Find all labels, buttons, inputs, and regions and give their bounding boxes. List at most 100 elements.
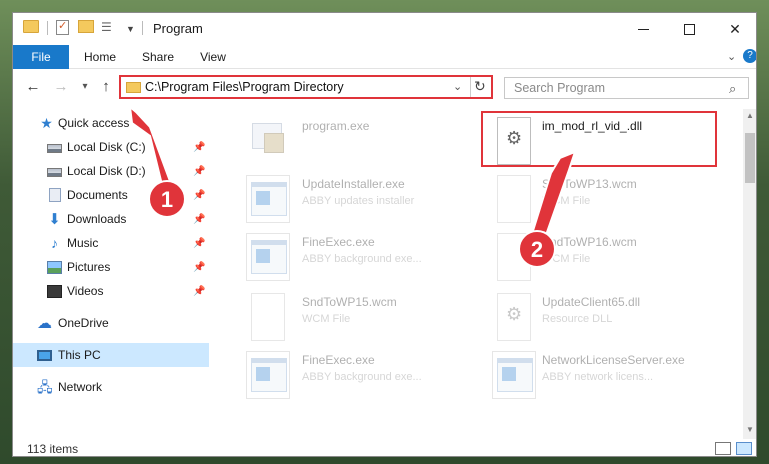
file-type: ABBY updates installer	[302, 195, 415, 207]
sidebar-item-label: Videos	[67, 284, 104, 298]
file-item[interactable]: SndToWP15.wcm WCM File	[246, 293, 486, 349]
pin-icon[interactable]: 📌	[193, 262, 205, 273]
folder-icon	[23, 20, 39, 33]
customize-list-icon[interactable]: ☰	[101, 20, 121, 34]
search-icon[interactable]: ⌕	[729, 81, 736, 97]
tab-home[interactable]: Home	[75, 45, 125, 69]
scroll-thumb[interactable]	[745, 133, 755, 183]
refresh-icon[interactable]: ↻	[474, 78, 486, 95]
address-dropdown-icon[interactable]: ⌄	[453, 80, 462, 93]
sidebar-item-pictures[interactable]: Pictures 📌	[13, 255, 209, 279]
ribbon-tabs: File Home Share View ⌄ ?	[13, 45, 756, 69]
file-name: FineExec.exe	[302, 235, 375, 249]
up-arrow-icon[interactable]: ↑	[96, 77, 116, 97]
file-name: FineExec.exe	[302, 353, 375, 367]
documents-icon	[49, 188, 61, 202]
exe-icon	[492, 351, 536, 399]
navigation-bar: ← → ▾ ↑ C:\Program Files\Program Directo…	[13, 70, 756, 104]
status-bar: 113 items	[13, 439, 756, 456]
large-icons-view-icon[interactable]	[736, 442, 752, 455]
properties-icon[interactable]	[56, 19, 69, 35]
close-button[interactable]: ✕	[712, 13, 756, 45]
file-item[interactable]: UpdateClient65.dll Resource DLL	[492, 293, 732, 349]
pictures-icon	[47, 260, 62, 274]
file-name: SndToWP16.wcm	[542, 235, 637, 249]
sidebar-item-label: Local Disk (C:)	[67, 140, 146, 154]
title-bar: ☰ ▼ Program ✕	[13, 13, 756, 45]
pin-icon[interactable]: 📌	[193, 166, 205, 177]
file-name: program.exe	[302, 119, 370, 133]
sidebar-item-quick-access[interactable]: ★ Quick access	[13, 111, 209, 135]
pin-icon[interactable]: 📌	[193, 238, 205, 249]
sidebar-item-local-disk-d[interactable]: Local Disk (D:) 📌	[13, 159, 209, 183]
file-item[interactable]: NetworkLicenseServer.exe ABBY network li…	[492, 351, 732, 407]
pin-icon[interactable]: 📌	[193, 214, 205, 225]
network-icon: 🖧	[37, 378, 53, 395]
file-item[interactable]: program.exe	[246, 117, 486, 173]
minimize-icon	[637, 28, 649, 30]
new-folder-icon[interactable]	[78, 20, 94, 33]
sidebar-item-local-disk-c[interactable]: Local Disk (C:) 📌	[13, 135, 209, 159]
exe-icon	[246, 175, 290, 223]
file-name: SndToWP13.wcm	[542, 177, 637, 191]
videos-icon	[47, 284, 62, 298]
maximize-button[interactable]	[666, 13, 712, 45]
close-icon: ✕	[729, 20, 741, 37]
highlight-box	[481, 111, 717, 167]
tab-view[interactable]: View	[191, 45, 235, 69]
back-arrow-icon[interactable]: ←	[23, 77, 43, 97]
toolbar-separator	[47, 21, 48, 35]
address-bar[interactable]: C:\Program Files\Program Directory ⌄ ↻	[119, 75, 493, 99]
document-icon	[497, 175, 531, 223]
pin-icon[interactable]: 📌	[193, 190, 205, 201]
help-icon[interactable]: ?	[743, 49, 756, 63]
expand-ribbon-icon[interactable]: ⌄	[727, 50, 736, 63]
scroll-up-icon[interactable]: ▲	[746, 111, 754, 120]
sidebar-item-label: Local Disk (D:)	[67, 164, 146, 178]
sidebar-item-label: Network	[58, 380, 103, 394]
toolbar-separator	[142, 21, 143, 35]
search-input[interactable]: Search Program ⌕	[504, 77, 749, 99]
address-path[interactable]: C:\Program Files\Program Directory	[145, 80, 344, 94]
recent-locations-icon[interactable]: ▾	[75, 77, 95, 97]
file-type: ABBY background exe...	[302, 371, 422, 383]
onedrive-icon: ☁	[37, 314, 52, 332]
address-divider	[470, 77, 471, 97]
minimize-button[interactable]	[620, 13, 666, 45]
forward-arrow-icon[interactable]: →	[51, 77, 71, 97]
quick-access-dropdown-icon[interactable]: ▼	[126, 20, 135, 38]
vertical-scrollbar[interactable]: ▲ ▼	[743, 109, 756, 439]
file-item[interactable]: FineExec.exe ABBY background exe...	[246, 351, 486, 407]
explorer-window: ☰ ▼ Program ✕ File Home Share View ⌄ ? ←…	[12, 12, 757, 457]
file-type: Resource DLL	[542, 313, 613, 325]
folder-icon	[126, 82, 141, 93]
sidebar-item-label: Documents	[67, 188, 128, 202]
music-icon: ♪	[51, 234, 58, 251]
sidebar-item-label: Music	[67, 236, 99, 250]
sidebar-item-videos[interactable]: Videos 📌	[13, 279, 209, 303]
file-item[interactable]: SndToWP13.wcm WCM File	[492, 175, 732, 231]
scroll-down-icon[interactable]: ▼	[746, 425, 754, 434]
pin-icon[interactable]: 📌	[193, 286, 205, 297]
disk-icon	[47, 143, 62, 153]
sidebar-item-label: Quick access	[58, 116, 130, 130]
file-item[interactable]: UpdateInstaller.exe ABBY updates install…	[246, 175, 486, 231]
file-name: UpdateClient65.dll	[542, 295, 641, 309]
dll-icon	[497, 293, 531, 341]
pin-icon[interactable]: 📌	[193, 142, 205, 153]
file-item[interactable]: FineExec.exe ABBY background exe...	[246, 233, 486, 289]
search-placeholder: Search Program	[514, 81, 606, 95]
sidebar-item-onedrive[interactable]: ☁ OneDrive	[13, 311, 209, 335]
sidebar-item-this-pc[interactable]: This PC	[13, 343, 209, 367]
download-icon: ⬇	[48, 210, 61, 228]
sidebar-item-music[interactable]: ♪ Music 📌	[13, 231, 209, 255]
maximize-icon	[683, 23, 695, 35]
tab-share[interactable]: Share	[133, 45, 183, 69]
sidebar-item-label: Downloads	[67, 212, 127, 226]
window-title: Program	[153, 21, 203, 36]
disk-icon	[47, 167, 62, 177]
details-view-icon[interactable]	[715, 442, 731, 455]
tab-file[interactable]: File	[13, 45, 69, 69]
sidebar-item-network[interactable]: 🖧 Network	[13, 375, 209, 399]
item-count: 113 items	[27, 442, 79, 456]
